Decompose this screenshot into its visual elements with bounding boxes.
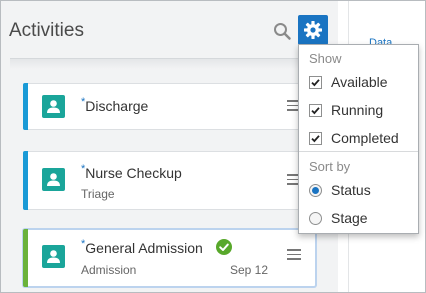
activity-stage: Admission	[81, 263, 137, 277]
activity-card-nurse-checkup[interactable]: *Nurse Checkup Triage	[23, 151, 316, 210]
sort-status-option[interactable]: Status	[309, 180, 414, 200]
dropdown-divider	[299, 151, 418, 152]
check-circle-icon	[216, 239, 232, 255]
checkbox[interactable]	[309, 103, 322, 117]
status-bar	[23, 229, 28, 287]
option-label: Running	[331, 102, 384, 118]
radio-button[interactable]	[309, 183, 322, 197]
hamburger-icon[interactable]	[287, 249, 301, 260]
radio-button[interactable]	[309, 211, 322, 225]
person-id-icon	[42, 245, 65, 268]
option-label: Stage	[331, 210, 368, 226]
show-heading: Show	[309, 51, 342, 66]
show-available-option[interactable]: Available	[309, 72, 414, 92]
activity-date: Sep 12	[229, 263, 268, 277]
activity-title: *Discharge	[81, 96, 149, 114]
sort-stage-option[interactable]: Stage	[309, 208, 414, 228]
settings-dropdown: Show Available Running Completed Sort by…	[298, 44, 419, 234]
search-icon	[274, 23, 291, 40]
activity-card-discharge[interactable]: *Discharge	[23, 83, 316, 130]
activity-title: *Nurse Checkup	[81, 163, 182, 181]
settings-button[interactable]	[298, 15, 328, 45]
person-id-icon	[42, 95, 65, 118]
activities-panel: Activities *Discharge *Nurse Checkup Tri…	[1, 1, 338, 292]
checkmark-icon	[311, 134, 320, 142]
search-button[interactable]	[272, 21, 294, 43]
scroll-shadow	[10, 59, 330, 69]
option-label: Status	[331, 182, 371, 198]
activity-card-general-admission[interactable]: *General Admission Admission Sep 12	[23, 229, 316, 287]
checkbox[interactable]	[309, 75, 322, 89]
show-running-option[interactable]: Running	[309, 100, 414, 120]
checkbox[interactable]	[309, 131, 322, 145]
status-bar	[23, 83, 28, 130]
show-completed-option[interactable]: Completed	[309, 128, 414, 148]
option-label: Available	[331, 74, 388, 90]
option-label: Completed	[331, 130, 399, 146]
checkmark-icon	[311, 78, 320, 86]
gear-icon	[304, 21, 322, 39]
activity-stage: Triage	[81, 187, 115, 201]
checkmark-icon	[311, 106, 320, 114]
status-bar	[23, 151, 28, 210]
page-title: Activities	[9, 20, 84, 41]
person-id-icon	[42, 168, 65, 191]
sort-heading: Sort by	[309, 159, 351, 174]
activity-title: *General Admission	[81, 238, 203, 256]
